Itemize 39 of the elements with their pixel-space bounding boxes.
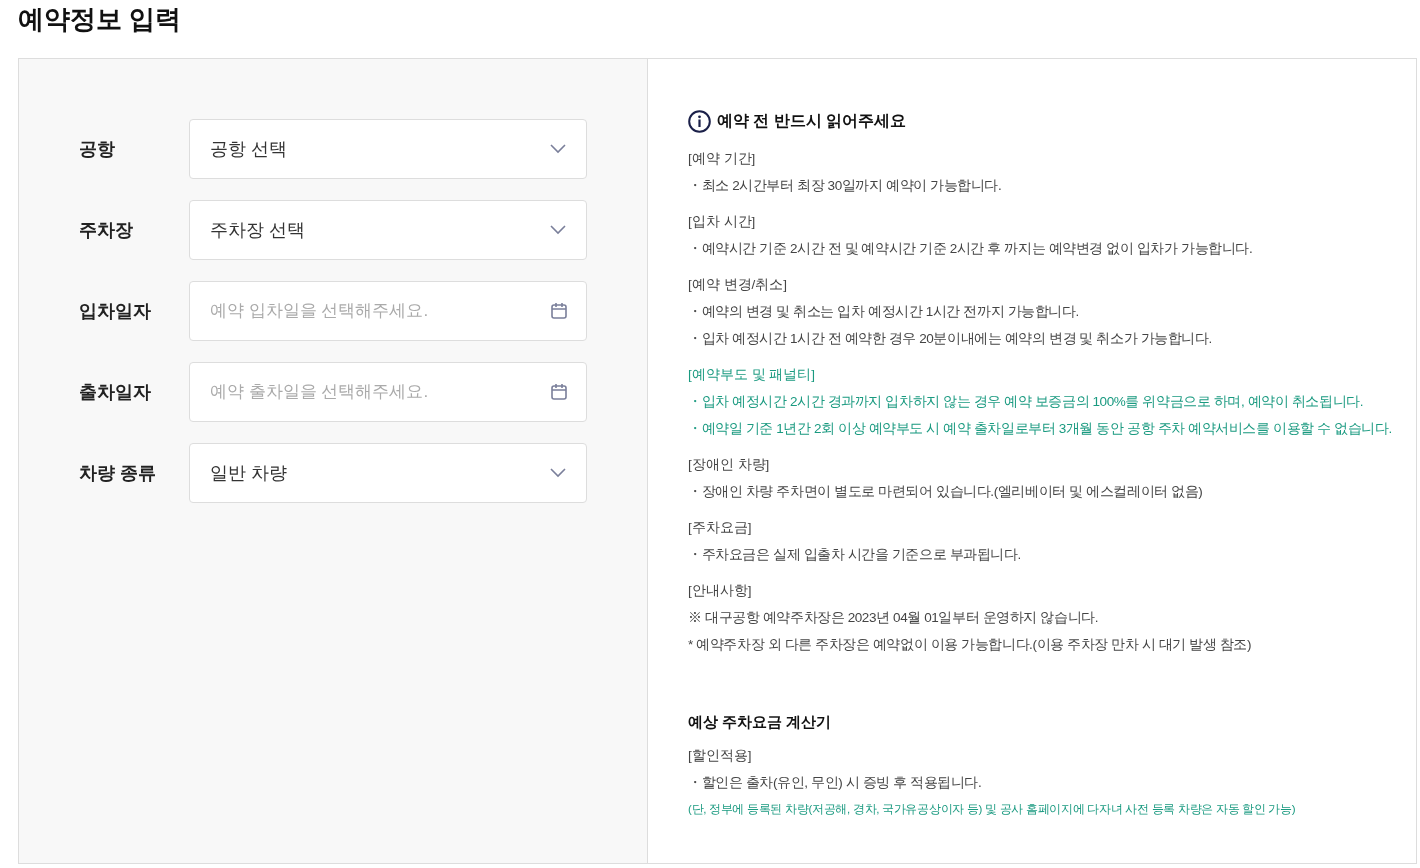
- field-label: 출차일자: [79, 380, 152, 404]
- notice-text: ・예약의 변경 및 취소는 입차 예정시간 1시간 전까지 가능합니다.: [688, 303, 1080, 321]
- notice-text: ・장애인 차량 주차면이 별도로 마련되어 있습니다.(엘리베이터 및 에스컬레이터 없음): [688, 483, 1204, 501]
- notice-text: ・주차요금은 실제 입출차 시간을 기준으로 부과됩니다.: [688, 546, 1022, 564]
- field-label: 공항: [79, 137, 116, 161]
- notice-text: ・최소 2시간부터 최장 30일까지 예약이 가능합니다.: [688, 177, 1003, 195]
- field-label: 차량 종류: [79, 461, 157, 485]
- notice-text: * 예약주차장 외 다른 주차장은 예약없이 이용 가능합니다.(이용 주차장 만차 시 대기 발생 참조): [688, 636, 1253, 654]
- notice-text: ・예약일 기준 1년간 2회 이상 예약부도 시 예약 출차일로부터 3개월 동안 공항 주차 예약서비스를 이용할 수 없습니다.: [688, 420, 1393, 438]
- calendar-icon: [551, 383, 567, 400]
- section-heading: [주차요금]: [688, 519, 753, 537]
- notice-text: ・예약시간 기준 2시간 전 및 예약시간 기준 2시간 후 까지는 예약변경 없이 입차가 가능합니다.: [688, 240, 1254, 258]
- section-heading: [입차 시간]: [688, 213, 757, 231]
- date-field[interactable]: 예약 출차일을 선택해주세요.: [189, 362, 587, 422]
- chevron-down-icon: [550, 144, 566, 154]
- calendar-icon: [551, 302, 567, 319]
- notice-text: ・할인은 출차(유인, 무인) 시 증빙 후 적용됩니다.: [688, 773, 983, 792]
- notice-title: 예약 전 반드시 읽어주세요: [717, 111, 907, 131]
- notice-text: ・입차 예정시간 1시간 전 예약한 경우 20분이내에는 예약의 변경 및 취소가 가능합니다.: [688, 330, 1213, 348]
- select-dropdown[interactable]: 공항 선택: [189, 119, 587, 179]
- date-field[interactable]: 예약 입차일을 선택해주세요.: [189, 281, 587, 341]
- chevron-down-icon: [550, 225, 566, 235]
- info-icon: [688, 109, 711, 133]
- notice-text: ※ 대구공항 예약주차장은 2023년 04월 01일부터 운영하지 않습니다.: [688, 609, 1100, 627]
- section-heading: [장애인 차량]: [688, 456, 771, 474]
- notice-text: (단, 정부에 등록된 차량(저공해, 경차, 국가유공상이자 등) 및 공사 홈페이지에 다자녀 사전 등록 차량은 자동 할인 가능): [688, 801, 1297, 817]
- section-heading: [안내사항]: [688, 582, 753, 600]
- section-heading: [예약 기간]: [688, 150, 757, 168]
- field-label: 입차일자: [79, 299, 152, 323]
- field-label: 주차장: [79, 218, 134, 242]
- page-title: 예약정보 입력: [18, 3, 182, 36]
- select-dropdown[interactable]: 주차장 선택: [189, 200, 587, 260]
- notice-text: ・입차 예정시간 2시간 경과까지 입차하지 않는 경우 예약 보증금의 100%를 위약금으로 하며, 예약이 취소됩니다.: [688, 393, 1365, 411]
- select-dropdown[interactable]: 일반 차량: [189, 443, 587, 503]
- section-heading: [예약부도 및 패널티]: [688, 366, 816, 384]
- section-heading: [예약 변경/취소]: [688, 276, 788, 294]
- calculator-title: 예상 주차요금 계산기: [688, 712, 832, 732]
- section-heading: [할인적용]: [688, 746, 753, 765]
- chevron-down-icon: [550, 468, 566, 478]
